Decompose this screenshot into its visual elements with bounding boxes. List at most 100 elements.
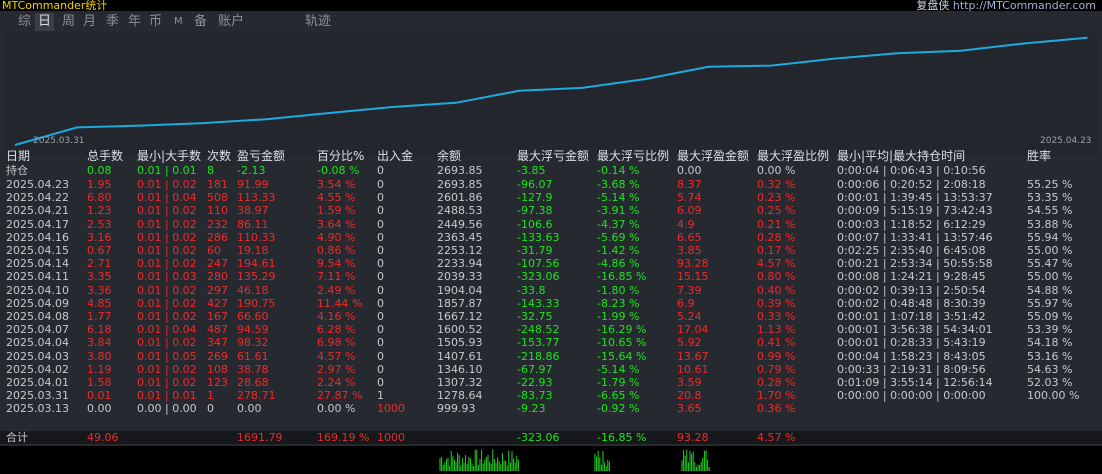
- cell-mfpp: 0.80 %: [757, 270, 796, 284]
- cell-pct: 6.98 %: [317, 336, 356, 350]
- cell-minmax: 0.01 | 0.02: [137, 310, 197, 323]
- cell-date: 日期: [6, 149, 31, 163]
- cell-mfpp: 0.23 %: [757, 191, 796, 205]
- cell-mfp: 7.39: [677, 283, 702, 297]
- cell-win: 胜率: [1027, 149, 1052, 163]
- cell-date: 2025.04.11: [6, 270, 69, 284]
- tab-8[interactable]: 备: [194, 13, 207, 31]
- cell-count: 1: [207, 389, 214, 403]
- cell-mfl: -127.9: [517, 191, 553, 205]
- cell-count: 123: [207, 376, 228, 389]
- cell-bal: 1346.10: [437, 362, 483, 376]
- cell-mflp: -3.91 %: [597, 204, 640, 218]
- equity-point-8: [581, 87, 583, 89]
- cell-win: 55.09 %: [1027, 310, 1073, 323]
- tab-5[interactable]: 年: [128, 13, 141, 31]
- cell-win: 52.03 %: [1027, 376, 1073, 389]
- tab-4[interactable]: 季: [106, 13, 119, 31]
- cell-mfl: -323.06: [517, 431, 560, 444]
- cell-win: 53.35 %: [1027, 191, 1073, 205]
- cell-mfp: 最大浮盈金额: [677, 149, 750, 163]
- cell-pct: 百分比%: [317, 149, 365, 163]
- cell-minmax: 0.01 | 0.01: [137, 164, 197, 177]
- cell-time: 0:00:33 | 2:19:31 | 8:09:56: [837, 362, 986, 376]
- cell-bal: 余额: [437, 149, 462, 163]
- cell-mfp: 93.28: [677, 431, 709, 444]
- cell-win: 55.00 %: [1027, 244, 1073, 257]
- equity-point-11: [770, 64, 773, 67]
- cell-lots: 1.23: [87, 204, 112, 218]
- cell-minmax: 0.01 | 0.02: [137, 204, 197, 218]
- tab-3[interactable]: 月: [83, 13, 96, 31]
- tab-0[interactable]: 综: [18, 13, 31, 31]
- cell-mfpp: 0.25 %: [757, 204, 796, 218]
- cell-mfl: -83.73: [517, 389, 553, 403]
- equity-point-16: [1086, 36, 1088, 39]
- cell-pct: 9.54 %: [317, 257, 356, 271]
- title-bar: MTCommander统计 复盘侠 http://MTCommander.com: [0, 0, 1102, 12]
- equity-point-12: [833, 57, 836, 60]
- tab-9[interactable]: 账户: [218, 13, 244, 31]
- cell-pct: 11.44 %: [317, 296, 363, 310]
- cell-io: 出入金: [377, 149, 414, 163]
- cell-mfl: -143.33: [517, 296, 560, 310]
- cell-minmax: 0.01 | 0.02: [137, 244, 197, 257]
- cell-mfpp: 0.21 %: [757, 217, 796, 231]
- cell-lots: 1.58: [87, 376, 112, 389]
- cell-time: 0:00:01 | 1:39:45 | 13:53:37: [837, 191, 993, 205]
- cell-time: 0:00:03 | 1:18:52 | 6:12:29: [837, 217, 986, 231]
- cell-mfpp: 最大浮盈比例: [757, 149, 830, 163]
- cell-mfp: 6.65: [677, 230, 702, 244]
- cell-io: 0: [377, 244, 384, 257]
- cell-pct: 2.24 %: [317, 376, 356, 389]
- cell-pct: 4.90 %: [317, 230, 356, 244]
- cell-mflp: -16.85 %: [597, 270, 647, 284]
- cell-bal: 1278.64: [437, 389, 483, 403]
- cell-pnl: 0.00: [237, 402, 262, 416]
- cell-io: 0: [377, 349, 384, 363]
- tab-7[interactable]: M: [174, 13, 183, 31]
- table-row: 2025.04.04 3.84 0.01 | 0.02 347 98.32 6.98 % 0…: [0, 336, 1102, 349]
- equity-curve-line: [14, 36, 1088, 146]
- cell-pnl: 66.60: [237, 310, 269, 323]
- cell-bal: 1857.87: [437, 296, 483, 310]
- price-bars-svg: [439, 449, 710, 471]
- cell-date: 2025.04.17: [6, 217, 69, 231]
- cell-lots: 0.08: [87, 164, 112, 177]
- cell-bal: 1904.04: [437, 283, 483, 297]
- table-row: 2025.04.10 3.36 0.01 | 0.02 297 46.18 2.49 % 0…: [0, 284, 1102, 297]
- cell-io: 1000: [377, 402, 405, 416]
- cell-time: 0:00:09 | 5:15:19 | 73:42:43: [837, 204, 993, 218]
- cell-time: 0:00:02 | 0:48:48 | 8:30:39: [837, 296, 986, 310]
- cell-lots: 6.80: [87, 191, 112, 205]
- cell-count: 487: [207, 323, 228, 337]
- cell-mfl: -22.93: [517, 376, 553, 389]
- cell-mfpp: 0.40 %: [757, 283, 796, 297]
- tab-1[interactable]: 日: [35, 13, 55, 31]
- tab-6[interactable]: 币: [149, 13, 162, 31]
- cell-mfpp: 0.28 %: [757, 376, 796, 389]
- tab-2[interactable]: 周: [62, 13, 75, 31]
- table-header-row: 日期 总手数 最小|大手数 次数 盈亏金额 百分比% 出入金 余额 最大浮亏金额 最大浮亏比例 最大…: [0, 150, 1102, 163]
- table-row: 2025.04.03 3.80 0.01 | 0.05 269 61.61 4.57 % 0…: [0, 350, 1102, 363]
- cell-mfp: 3.59: [677, 376, 702, 389]
- table-row: 2025.03.31 0.01 0.01 | 0.01 1 278.71 27.87 % 1…: [0, 389, 1102, 402]
- tab-10[interactable]: 轨迹: [305, 13, 331, 31]
- cell-bal: 2488.53: [437, 204, 483, 218]
- cell-count: 347: [207, 336, 228, 350]
- cell-bal: 1407.61: [437, 349, 483, 363]
- cell-mfpp: 4.57 %: [757, 257, 796, 271]
- cell-mflp: -1.42 %: [597, 244, 640, 257]
- cell-count: 次数: [207, 149, 232, 163]
- cell-lots: 1.19: [87, 362, 112, 376]
- chart-end-date: 2025.04.23: [1040, 136, 1092, 146]
- cell-date: 2025.04.01: [6, 376, 69, 389]
- cell-pnl: 190.75: [237, 296, 276, 310]
- cell-pct: 4.55 %: [317, 191, 356, 205]
- cell-win: 55.00 %: [1027, 270, 1073, 284]
- cell-pnl: 98.32: [237, 336, 269, 350]
- cell-time: 0:00:04 | 0:06:43 | 0:10:56: [837, 164, 986, 177]
- cell-lots: 1.77: [87, 310, 112, 323]
- cell-mflp: -1.80 %: [597, 283, 640, 297]
- cell-mfl: -248.52: [517, 323, 560, 337]
